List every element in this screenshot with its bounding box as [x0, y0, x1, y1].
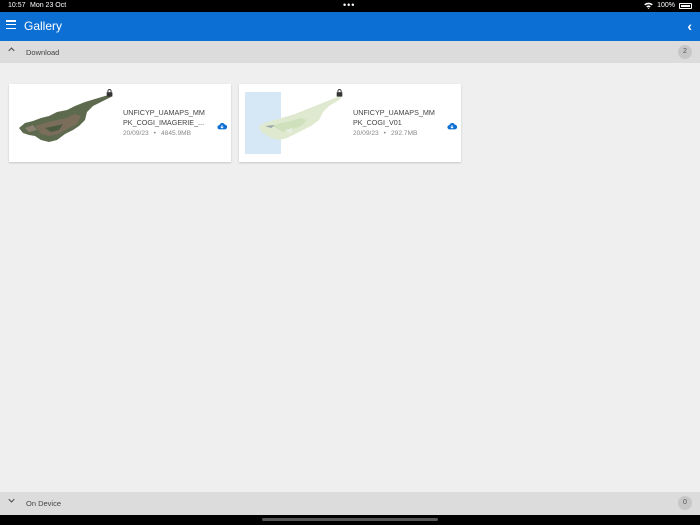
card-date: 20/09/23: [353, 130, 379, 137]
card-size: 292.7MB: [390, 130, 418, 137]
card-date: 20/09/23: [123, 130, 149, 137]
section-count-badge: 2: [678, 45, 692, 59]
separator-dot: •: [153, 130, 156, 137]
battery-icon: [679, 2, 692, 9]
hamburger-menu-icon[interactable]: [6, 20, 16, 30]
home-indicator[interactable]: [262, 518, 438, 521]
section-count-badge: 0: [678, 496, 692, 510]
status-bar: 10:57 Mon 23 Oct ••• 100%: [0, 0, 700, 12]
chevron-up-icon[interactable]: [8, 46, 15, 55]
cloud-download-icon[interactable]: [447, 118, 458, 130]
vector-map-thumbnail: [245, 90, 345, 154]
separator-dot: •: [383, 130, 386, 137]
cloud-download-icon[interactable]: [217, 118, 228, 130]
lock-icon: [336, 89, 343, 99]
app-bar: Gallery ‹: [0, 12, 700, 41]
lock-icon: [106, 89, 113, 99]
card-meta: 20/09/23 • 4845.9MB: [123, 130, 191, 137]
map-package-card[interactable]: UNFICYP_UAMAPS_MMPK_COGI_IMAGERIE_... 20…: [9, 84, 231, 162]
wifi-icon: [644, 2, 653, 9]
multitasking-dots-icon[interactable]: •••: [343, 0, 355, 10]
card-title: UNFICYP_UAMAPS_MMPK_COGI_V01: [353, 108, 435, 127]
section-header-download[interactable]: Download 2: [0, 41, 700, 63]
page-title: Gallery: [24, 19, 63, 33]
map-package-card[interactable]: UNFICYP_UAMAPS_MMPK_COGI_V01 20/09/23 • 29…: [239, 84, 461, 162]
card-title: UNFICYP_UAMAPS_MMPK_COGI_IMAGERIE_...: [123, 108, 205, 127]
section-label: Download: [26, 48, 60, 57]
card-meta: 20/09/23 • 292.7MB: [353, 130, 417, 137]
section-header-on-device[interactable]: On Device 0: [0, 492, 700, 515]
satellite-map-thumbnail: [15, 90, 115, 154]
battery-percent: 100%: [657, 2, 675, 9]
chevron-down-icon[interactable]: [8, 497, 15, 506]
back-chevron-icon[interactable]: ‹: [687, 18, 692, 34]
status-date: Mon 23 Oct: [30, 2, 67, 9]
status-time: 10:57: [8, 2, 26, 9]
card-size: 4845.9MB: [160, 130, 192, 137]
section-label: On Device: [26, 499, 62, 508]
